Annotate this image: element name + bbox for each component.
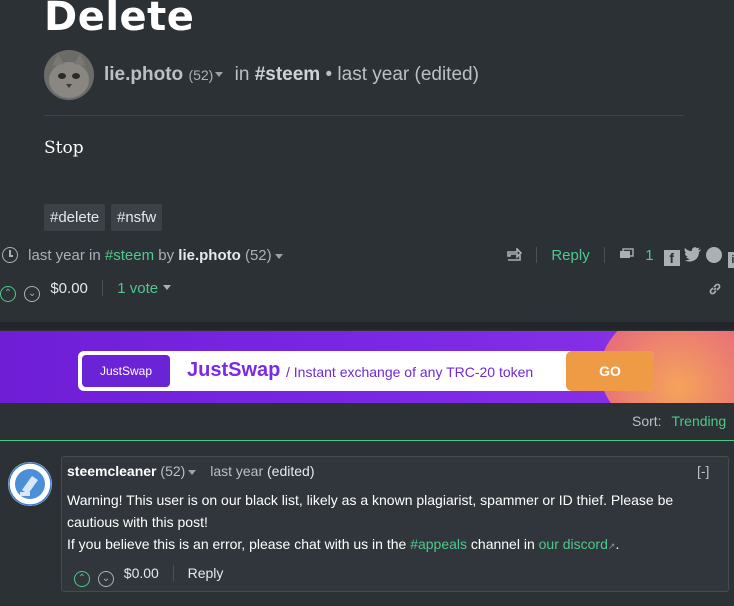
vote-count[interactable]: 1 vote — [117, 280, 158, 297]
collapse-button[interactable]: [-] — [697, 463, 709, 479]
footer-community-link[interactable]: #steem — [105, 247, 154, 264]
comment-edited: (edited) — [267, 463, 315, 479]
divider — [536, 247, 538, 263]
divider — [172, 565, 174, 581]
banner-brand: JustSwap — [187, 359, 281, 381]
resteem-icon[interactable] — [506, 247, 526, 264]
comment-text: . — [615, 536, 620, 552]
comment-payout[interactable]: $0.00 — [124, 565, 159, 581]
ad-banner[interactable]: JustSwap JustSwap / Instant exchange of … — [0, 331, 734, 403]
sort-control[interactable]: Sort: Trending — [632, 413, 726, 429]
post-byline: lie.photo (52) in #steem • last year (ed… — [104, 64, 479, 86]
comment-reply-button[interactable]: Reply — [188, 565, 224, 581]
comment-text: If you believe this is an error, please … — [67, 536, 407, 552]
divider — [603, 247, 605, 263]
discord-link[interactable]: our discord — [539, 536, 608, 552]
chevron-down-icon[interactable] — [163, 285, 172, 290]
post-footer-meta: last year in #steem by lie.photo (52) — [0, 247, 283, 264]
comments-divider — [0, 440, 734, 441]
commenter-avatar[interactable] — [8, 462, 52, 506]
clock-icon — [2, 247, 18, 263]
go-button[interactable]: GO — [566, 351, 654, 391]
footer-time: last year in — [28, 247, 101, 264]
post-time: • last year (edited) — [325, 64, 479, 85]
footer-author-link[interactable]: lie.photo — [178, 247, 241, 264]
comment-header: steemcleaner (52) last year (edited) — [67, 463, 314, 479]
comment-text: channel in — [470, 536, 535, 552]
post-title: Delete — [44, 0, 195, 40]
comment-reputation: (52) — [160, 463, 186, 479]
chevron-down-icon[interactable] — [215, 72, 224, 78]
footer-reputation: (52) — [244, 247, 272, 264]
linkedin-icon[interactable]: in — [728, 252, 734, 268]
comment-line-2: If you believe this is an error, please … — [67, 533, 717, 557]
banner-slogan: / Instant exchange of any TRC-20 token — [286, 364, 534, 380]
comment-line-1: Warning! This user is on our black list,… — [67, 492, 674, 530]
chevron-down-icon[interactable] — [274, 253, 283, 259]
tag-nsfw[interactable]: #nsfw — [111, 204, 163, 231]
author-link[interactable]: lie.photo — [104, 64, 183, 85]
downvote-icon[interactable]: ⌄ — [97, 571, 114, 587]
reply-button[interactable]: Reply — [551, 247, 589, 264]
comment-vote-row: ⌃ ⌄ $0.00 Reply — [74, 565, 223, 587]
comment-time: last year — [210, 463, 264, 479]
post-payout[interactable]: $0.00 — [50, 280, 88, 297]
justswap-logo: JustSwap — [82, 355, 170, 387]
reddit-icon[interactable] — [706, 247, 723, 263]
author-avatar[interactable] — [44, 50, 94, 100]
twitter-icon[interactable] — [683, 247, 706, 264]
sort-label: Sort: — [632, 413, 662, 429]
in-label: in — [234, 64, 250, 85]
downvote-icon[interactable]: ⌄ — [24, 286, 41, 302]
divider — [102, 280, 104, 296]
section-divider — [0, 322, 734, 330]
comment-count[interactable]: 1 — [645, 247, 653, 264]
community-link[interactable]: #steem — [255, 64, 321, 85]
chevron-down-icon[interactable] — [188, 469, 197, 475]
tag-delete[interactable]: #delete — [44, 204, 106, 231]
post-vote-row: ⌃ ⌄ $0.00 1 vote — [0, 280, 172, 302]
comments-icon[interactable] — [619, 247, 639, 264]
link-icon[interactable] — [708, 282, 722, 301]
comment-author-link[interactable]: steemcleaner — [67, 463, 157, 479]
appeals-link[interactable]: #appeals — [410, 536, 467, 552]
post-actions: Reply 1 f in — [506, 247, 734, 268]
upvote-icon[interactable]: ⌃ — [74, 571, 90, 587]
divider — [44, 115, 684, 116]
facebook-icon[interactable]: f — [663, 250, 680, 266]
post-body: Stop — [44, 138, 84, 158]
comment-body: Warning! This user is on our black list,… — [67, 489, 717, 557]
sort-value[interactable]: Trending — [671, 413, 726, 429]
author-reputation: (52) — [188, 67, 214, 83]
footer-by-label: by — [158, 247, 175, 264]
upvote-icon[interactable]: ⌃ — [0, 286, 16, 302]
